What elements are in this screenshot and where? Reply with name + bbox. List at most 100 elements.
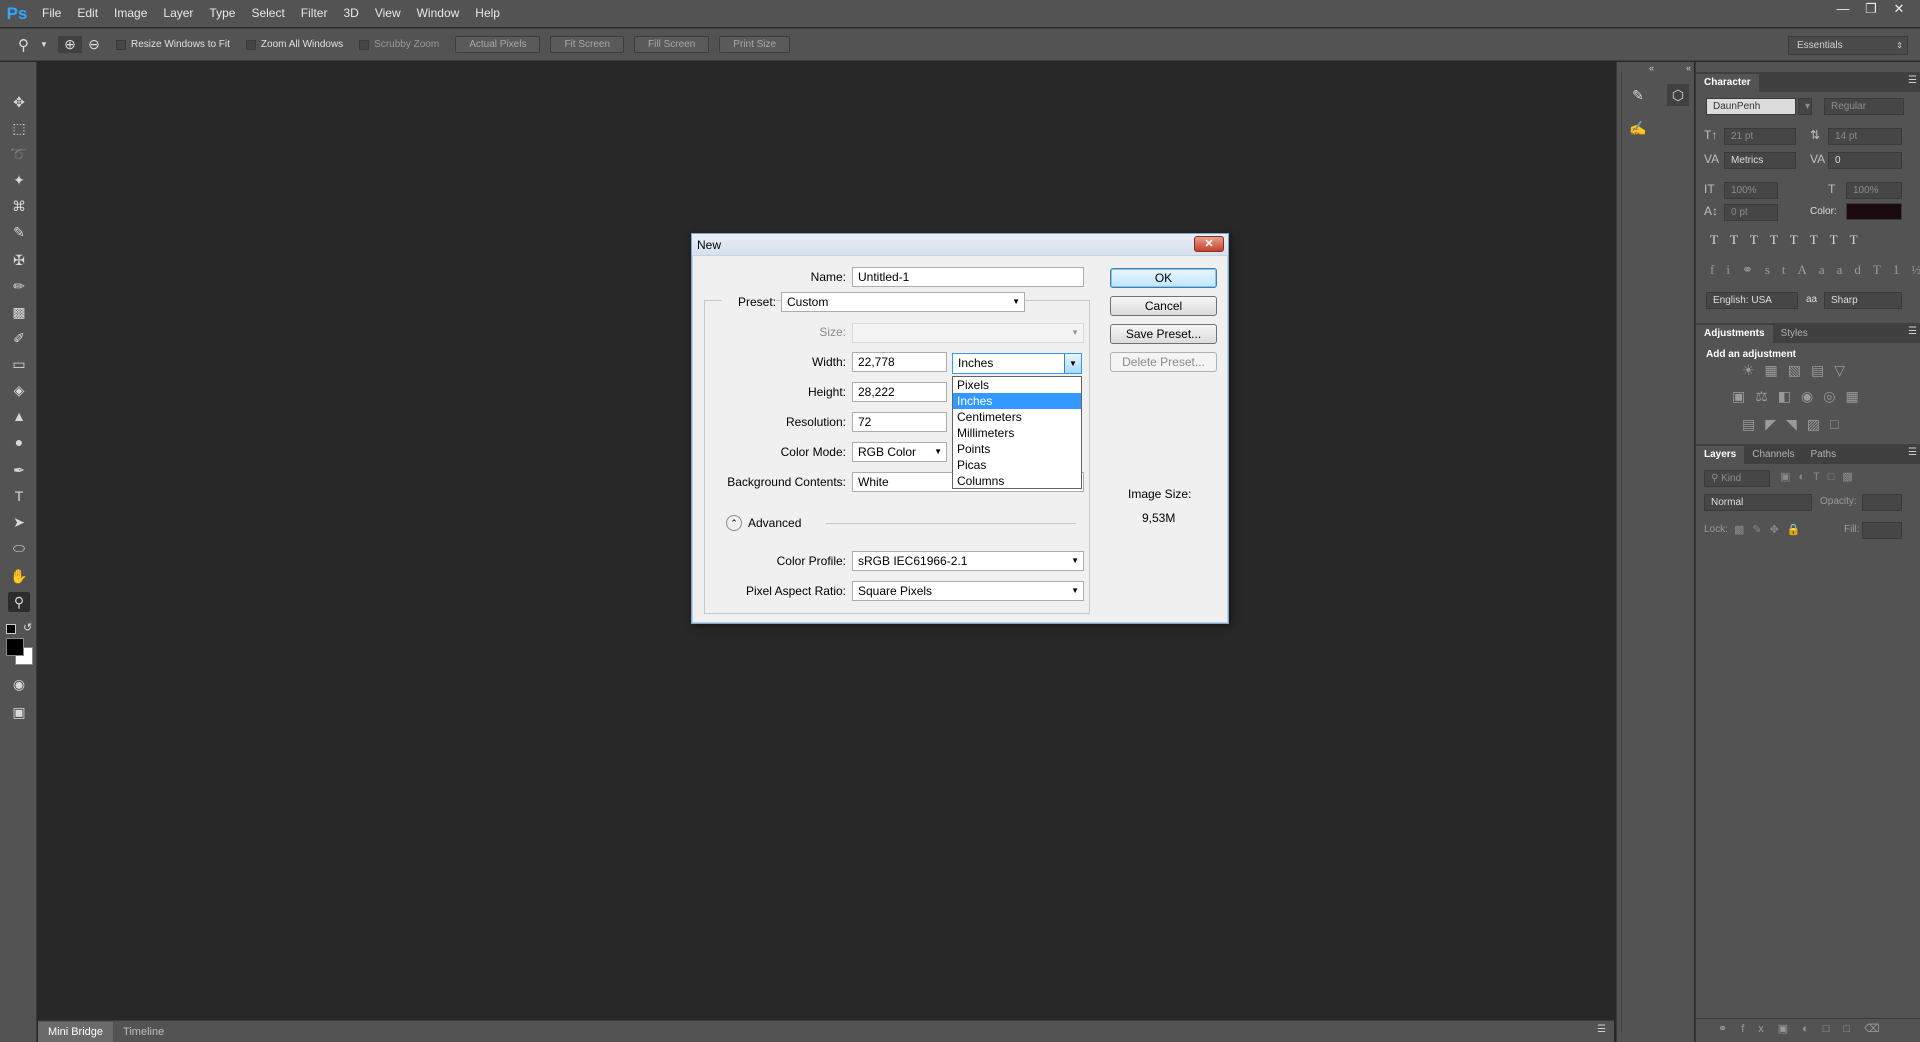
unit-option-points[interactable]: Points <box>953 441 1081 457</box>
pixel-aspect-ratio-select[interactable]: Square Pixels ▼ <box>852 581 1084 601</box>
panel-menu-icon[interactable]: ☰ <box>1908 447 1917 458</box>
menu-3d[interactable]: 3D <box>335 0 366 27</box>
eraser-tool-icon[interactable]: ▭ <box>8 354 30 374</box>
zoom-tool-icon[interactable]: ⚲ <box>18 36 40 54</box>
menu-window[interactable]: Window <box>409 0 468 27</box>
layer-kind-filter[interactable]: ⚲ Kind <box>1704 470 1770 487</box>
font-family-field[interactable]: DaunPenh <box>1706 98 1796 115</box>
swap-colors-icon[interactable]: ↺ <box>23 621 32 634</box>
height-input[interactable]: 28,222 <box>852 382 947 402</box>
screen-mode-icon[interactable]: ▣ <box>8 702 30 722</box>
size-select[interactable]: ▼ <box>852 323 1084 343</box>
path-selection-tool-icon[interactable]: ➤ <box>8 512 30 532</box>
actual-pixels-button[interactable]: Actual Pixels <box>455 36 541 53</box>
menu-layer[interactable]: Layer <box>155 0 201 27</box>
zoom-out-icon[interactable]: ⊖ <box>82 36 106 53</box>
cancel-button[interactable]: Cancel <box>1110 296 1217 316</box>
magic-wand-tool-icon[interactable]: ✦ <box>8 170 30 190</box>
resolution-input[interactable]: 72 <box>852 412 947 432</box>
opacity-field[interactable] <box>1862 494 1902 511</box>
print-size-button[interactable]: Print Size <box>719 36 791 53</box>
menu-file[interactable]: File <box>34 0 69 27</box>
close-icon[interactable]: ✕ <box>1888 0 1910 18</box>
quick-mask-icon[interactable]: ◉ <box>8 674 30 694</box>
tab-mini-bridge[interactable]: Mini Bridge <box>38 1021 114 1042</box>
tab-adjustments[interactable]: Adjustments <box>1696 325 1773 343</box>
save-preset-button[interactable]: Save Preset... <box>1110 324 1217 344</box>
fit-screen-button[interactable]: Fit Screen <box>550 36 625 53</box>
collapse-left-icon[interactable]: « <box>1649 63 1654 73</box>
fill-screen-button[interactable]: Fill Screen <box>634 36 710 53</box>
paint-bucket-tool-icon[interactable]: ◈ <box>8 380 30 400</box>
blur-tool-icon[interactable]: ▲ <box>8 406 30 426</box>
panel-menu-icon[interactable]: ☰ <box>1908 75 1917 86</box>
restore-icon[interactable]: ❐ <box>1860 0 1882 18</box>
panel-menu-icon[interactable]: ☰ <box>1597 1024 1606 1035</box>
blend-mode-select[interactable]: Normal <box>1704 494 1812 511</box>
fill-field[interactable] <box>1862 522 1902 539</box>
preset-select[interactable]: Custom ▼ <box>781 292 1025 312</box>
tab-channels[interactable]: Channels <box>1744 446 1802 464</box>
leading-field[interactable]: 14 pt <box>1828 128 1902 145</box>
opentype-buttons[interactable]: fi⚭stAaadT1½ <box>1710 262 1920 278</box>
default-colors-icon[interactable] <box>6 624 16 634</box>
move-tool-icon[interactable]: ✥ <box>8 92 30 112</box>
zoom-all-windows-checkbox[interactable]: Zoom All Windows <box>245 39 343 50</box>
tab-paths[interactable]: Paths <box>1803 446 1845 464</box>
brush-tool-icon[interactable]: ✏ <box>8 276 30 296</box>
workspace-select[interactable]: Essentials ⇕ <box>1788 36 1908 55</box>
menu-view[interactable]: View <box>367 0 409 27</box>
width-unit-select[interactable]: Inches ▼ <box>952 353 1082 374</box>
history-panel-icon[interactable]: ✎ <box>1627 84 1649 106</box>
menu-image[interactable]: Image <box>106 0 155 27</box>
healing-tool-icon[interactable]: ✠ <box>8 250 30 270</box>
adjustment-icons-row-1[interactable]: ☀▦▧▤▽ <box>1742 362 1855 379</box>
chevron-down-icon[interactable]: ▼ <box>1064 354 1081 373</box>
marquee-tool-icon[interactable]: ⬚ <box>8 118 30 138</box>
unit-option-centimeters[interactable]: Centimeters <box>953 409 1081 425</box>
menu-edit[interactable]: Edit <box>69 0 106 27</box>
tab-styles[interactable]: Styles <box>1773 325 1816 343</box>
ok-button[interactable]: OK <box>1110 268 1217 288</box>
minimize-icon[interactable]: — <box>1832 0 1854 18</box>
scrubby-zoom-checkbox[interactable]: Scrubby Zoom <box>359 39 439 50</box>
advanced-toggle-icon[interactable]: ⌃ <box>726 515 742 531</box>
menu-help[interactable]: Help <box>467 0 508 27</box>
dodge-tool-icon[interactable]: ● <box>8 432 30 452</box>
unit-option-millimeters[interactable]: Millimeters <box>953 425 1081 441</box>
brush-panel-icon[interactable]: ✍ <box>1627 117 1649 139</box>
hand-tool-icon[interactable]: ✋ <box>8 566 30 586</box>
lasso-tool-icon[interactable]: ➰ <box>8 144 30 164</box>
type-tool-icon[interactable]: T <box>8 486 30 506</box>
lock-icons[interactable]: ▩✎✥🔒 <box>1734 523 1809 536</box>
unit-option-columns[interactable]: Columns <box>953 473 1081 489</box>
adjustment-icons-row-3[interactable]: ▤◤◥▨□ <box>1742 416 1848 433</box>
history-brush-tool-icon[interactable]: ✐ <box>8 328 30 348</box>
menu-filter[interactable]: Filter <box>293 0 336 27</box>
eyedropper-tool-icon[interactable]: ✎ <box>8 222 30 242</box>
font-size-field[interactable]: 21 pt <box>1724 128 1796 145</box>
close-icon[interactable]: ✕ <box>1194 236 1224 252</box>
panel-menu-icon[interactable]: ☰ <box>1908 326 1917 337</box>
tab-layers[interactable]: Layers <box>1696 446 1745 464</box>
crop-tool-icon[interactable]: ⌘ <box>8 196 30 216</box>
tool-preset-chevron-icon[interactable]: ▼ <box>40 40 58 49</box>
chevron-down-icon[interactable]: ▾ <box>1798 98 1812 115</box>
type-style-buttons[interactable]: TTTTTTTT <box>1710 232 1870 248</box>
adjustment-icons-row-2[interactable]: ▣⚖◧◉◎▦ <box>1732 388 1869 405</box>
unit-option-picas[interactable]: Picas <box>953 457 1081 473</box>
layers-footer-icons[interactable]: ⚭fx▣◐□□⌫ <box>1696 1018 1920 1040</box>
horizontal-scale-field[interactable]: 100% <box>1846 182 1902 199</box>
tab-timeline[interactable]: Timeline <box>113 1022 174 1042</box>
vertical-scale-field[interactable]: 100% <box>1724 182 1778 199</box>
text-color-swatch[interactable] <box>1846 203 1902 220</box>
resize-windows-checkbox[interactable]: Resize Windows to Fit <box>116 39 230 50</box>
baseline-shift-field[interactable]: 0 pt <box>1724 204 1778 221</box>
menu-type[interactable]: Type <box>201 0 243 27</box>
name-input[interactable]: Untitled-1 <box>852 267 1084 287</box>
zoom-tool-icon[interactable]: ⚲ <box>8 592 30 612</box>
menu-select[interactable]: Select <box>243 0 292 27</box>
unit-option-pixels[interactable]: Pixels <box>953 377 1081 393</box>
color-profile-select[interactable]: sRGB IEC61966-2.1 ▼ <box>852 551 1084 571</box>
pen-tool-icon[interactable]: ✒ <box>8 460 30 480</box>
